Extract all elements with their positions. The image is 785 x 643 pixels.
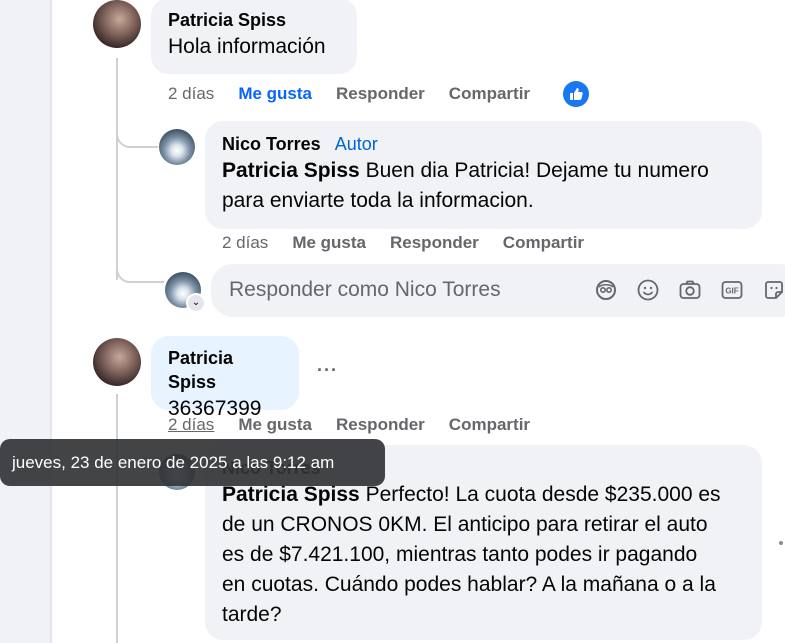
left-panel-edge (0, 0, 50, 643)
comment-actions: 2 días Me gusta Responder Compartir (168, 84, 554, 104)
mention-link[interactable]: Patricia Spiss (222, 159, 360, 182)
reply-text: Patricia Spiss Buen dia Patricia! Dejame… (222, 156, 745, 186)
left-panel-divider (50, 0, 52, 643)
thread-line (116, 394, 118, 643)
avatar[interactable] (93, 338, 141, 386)
reply-timestamp[interactable]: 2 días (222, 233, 268, 253)
chevron-down-icon[interactable]: ⌄ (186, 293, 206, 313)
comment-timestamp[interactable]: 2 días (168, 84, 214, 104)
reply-placeholder: Responder como Nico Torres (229, 278, 501, 301)
share-button[interactable]: Compartir (503, 233, 584, 253)
thread-line (116, 58, 118, 280)
reply-text-line: para enviarte toda la informacion. (222, 189, 534, 212)
like-button[interactable]: Me gusta (238, 84, 312, 104)
comment-author[interactable]: Patricia Spiss (168, 8, 340, 32)
comment-bubble: Patricia Spiss Hola información (151, 0, 357, 74)
author-badge: Autor (334, 134, 378, 154)
reply-text-line: Perfecto! La cuota desde $235.000 es (359, 483, 721, 506)
reply-input[interactable]: Responder como Nico Torres GIF (211, 264, 785, 317)
svg-text:GIF: GIF (725, 287, 738, 296)
comment-actions: 2 días Me gusta Responder Compartir (168, 415, 554, 435)
reply-text-line: Buen dia Patricia! Dejame tu numero (359, 159, 709, 182)
avatar[interactable] (159, 129, 195, 165)
tooltip-text: jueves, 23 de enero de 2025 a las 9:12 a… (12, 452, 335, 472)
mention-link[interactable]: Patricia Spiss (222, 483, 360, 506)
sticker-icon[interactable] (761, 277, 785, 303)
reply-button[interactable]: Responder (336, 415, 425, 435)
more-options-icon[interactable]: ··· (317, 360, 338, 381)
thumbs-up-icon[interactable] (563, 81, 589, 107)
avatar[interactable] (93, 0, 141, 48)
emoji-icon[interactable] (635, 277, 661, 303)
reply-actions: 2 días Me gusta Responder Compartir (222, 233, 608, 253)
like-button[interactable]: Me gusta (292, 233, 366, 253)
comment-timestamp[interactable]: 2 días (168, 415, 214, 435)
camera-icon[interactable] (677, 277, 703, 303)
comment-text: Hola información (168, 35, 326, 58)
comment-author[interactable]: Patricia Spiss (168, 346, 282, 394)
thread-connector (116, 255, 164, 283)
thread-connector (116, 120, 158, 148)
reply-text-line: en cuotas. Cuándo podes hablar? A la mañ… (222, 573, 716, 596)
reply-author[interactable]: Nico Torres (222, 134, 321, 154)
reply-text-line: tarde? (222, 603, 282, 626)
reply-text-line: es de $7.421.100, mientras tanto podes i… (222, 543, 698, 566)
reply-button[interactable]: Responder (336, 84, 425, 104)
reply-author-line: Nico Torres Autor (222, 132, 745, 156)
reply-button[interactable]: Responder (390, 233, 479, 253)
avatar-sticker-icon[interactable] (593, 277, 619, 303)
gif-icon[interactable]: GIF (719, 277, 745, 303)
share-button[interactable]: Compartir (449, 415, 530, 435)
reply-text-line: de un CRONOS 0KM. El anticipo para retir… (222, 513, 708, 536)
scroll-indicator (779, 541, 783, 545)
reply-bubble: Nico Torres Autor Patricia Spiss Buen dia… (205, 121, 762, 229)
like-button[interactable]: Me gusta (238, 415, 312, 435)
timestamp-tooltip: jueves, 23 de enero de 2025 a las 9:12 a… (0, 439, 385, 486)
comment-bubble: Patricia Spiss 36367399 (151, 336, 299, 420)
share-button[interactable]: Compartir (449, 84, 530, 104)
